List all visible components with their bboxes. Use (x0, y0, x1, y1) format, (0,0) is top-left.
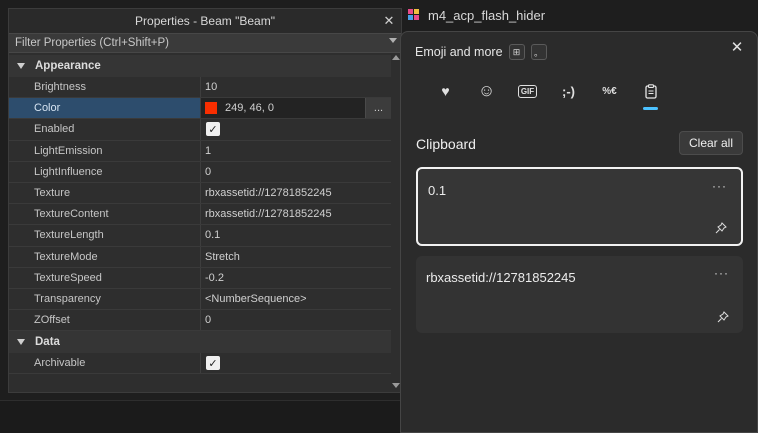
properties-window: Properties - Beam "Beam" ✕ Filter Proper… (8, 8, 402, 393)
property-name: Brightness (9, 77, 201, 98)
clipboard-item-text: rbxassetid://12781852245 (426, 270, 576, 285)
collapse-triangle-icon[interactable] (17, 63, 25, 69)
period-key-icon: 。 (530, 44, 547, 60)
property-name: LightInfluence (9, 161, 201, 182)
explorer-item[interactable]: m4_acp_flash_hider (408, 6, 545, 24)
filter-placeholder: Filter Properties (Ctrl+Shift+P) (15, 37, 170, 49)
property-value[interactable]: 10 (201, 77, 391, 97)
filter-input[interactable]: Filter Properties (Ctrl+Shift+P) (9, 33, 401, 53)
kaomoji-icon: ;-) (562, 83, 575, 99)
bottom-panel (0, 400, 400, 433)
clipboard-icon (644, 83, 657, 99)
property-name: LightEmission (9, 140, 201, 161)
property-name: Transparency (9, 288, 201, 310)
collapse-triangle-icon[interactable] (17, 339, 25, 346)
explorer-item-label: m4_acp_flash_hider (428, 7, 546, 23)
scroll-down-icon[interactable] (392, 383, 400, 388)
color-swatch[interactable] (205, 102, 217, 115)
property-name: TextureMode (9, 246, 201, 267)
model-icon (408, 9, 420, 21)
property-row-lightemission[interactable]: LightEmission 1 (9, 140, 391, 162)
tab-clipboard[interactable] (630, 80, 671, 110)
property-row-archivable[interactable]: Archivable ✓ (9, 353, 391, 375)
property-value[interactable]: Stretch (201, 247, 391, 267)
emoji-panel-header: Emoji and more ⊞ 。 (415, 44, 547, 60)
smiley-icon: ☺ (477, 81, 496, 100)
property-value[interactable]: 0 (201, 162, 391, 182)
property-row-texturecontent[interactable]: TextureContent rbxassetid://12781852245 (9, 204, 391, 226)
property-row-enabled[interactable]: Enabled ✓ (9, 119, 391, 141)
category-data[interactable]: Data (9, 331, 391, 354)
pin-icon[interactable] (717, 311, 729, 323)
property-row-color[interactable]: Color 249, 46, 0 ... (9, 98, 391, 120)
property-name: Archivable (9, 353, 201, 374)
clipboard-item[interactable]: 0.1 ··· (416, 167, 743, 246)
property-row-lightinfluence[interactable]: LightInfluence 0 (9, 161, 391, 183)
emoji-panel-title: Emoji and more (415, 45, 503, 59)
tab-emoji[interactable]: ☺ (466, 80, 507, 102)
checkbox-checked-icon[interactable]: ✓ (206, 122, 220, 137)
color-value-text[interactable]: 249, 46, 0 (225, 102, 274, 114)
chevron-down-icon[interactable] (389, 38, 397, 43)
tab-kaomoji[interactable]: ;-) (548, 80, 589, 102)
property-value[interactable]: -0.2 (201, 268, 391, 288)
emoji-panel: Emoji and more ⊞ 。 ✕ ♥ ☺ GIF ;-) %€ Clip… (400, 31, 758, 433)
properties-title-bar[interactable]: Properties - Beam "Beam" ✕ (9, 9, 401, 33)
property-name: TextureSpeed (9, 267, 201, 288)
property-value[interactable]: 0 (201, 310, 391, 330)
property-value[interactable]: rbxassetid://12781852245 (201, 183, 391, 203)
property-row-texturespeed[interactable]: TextureSpeed -0.2 (9, 267, 391, 289)
pin-icon[interactable] (715, 222, 727, 234)
tab-symbols[interactable]: %€ (589, 80, 630, 102)
checkbox-checked-icon[interactable]: ✓ (206, 356, 220, 371)
property-name: TextureLength (9, 225, 201, 246)
property-row-texture[interactable]: Texture rbxassetid://12781852245 (9, 182, 391, 205)
more-options-icon[interactable]: ··· (712, 179, 727, 193)
tab-favorites[interactable]: ♥ (425, 80, 466, 102)
more-options-button[interactable]: ... (365, 98, 391, 119)
clipboard-item-text: 0.1 (428, 183, 447, 198)
symbols-icon: %€ (602, 85, 617, 97)
emoji-tabs: ♥ ☺ GIF ;-) %€ (425, 80, 671, 110)
category-appearance[interactable]: Appearance (9, 55, 391, 77)
property-value[interactable]: 1 (201, 141, 391, 161)
clipboard-heading: Clipboard (416, 136, 476, 152)
property-row-texturemode[interactable]: TextureMode Stretch (9, 246, 391, 268)
favorites-heart-icon: ♥ (441, 83, 450, 99)
close-icon[interactable]: ✕ (381, 13, 397, 29)
property-name: Enabled (9, 119, 201, 140)
property-row-texturelength[interactable]: TextureLength 0.1 (9, 225, 391, 247)
category-label: Appearance (35, 60, 101, 72)
more-options-icon[interactable]: ··· (714, 266, 729, 280)
close-icon[interactable]: ✕ (729, 40, 745, 56)
property-grid: Appearance Brightness 10 Color 249, 46, … (9, 55, 391, 392)
properties-title: Properties - Beam "Beam" (135, 14, 275, 28)
clipboard-item[interactable]: rbxassetid://12781852245 ··· (416, 256, 743, 333)
property-row-transparency[interactable]: Transparency <NumberSequence> (9, 288, 391, 311)
property-row-brightness[interactable]: Brightness 10 (9, 77, 391, 99)
gif-icon: GIF (517, 84, 538, 98)
property-value[interactable]: 0.1 (201, 225, 391, 245)
scroll-up-icon[interactable] (392, 55, 400, 60)
category-label: Data (35, 336, 60, 349)
windows-key-icon: ⊞ (508, 44, 525, 60)
property-name: Texture (9, 182, 201, 204)
property-name: Color (9, 98, 201, 119)
property-name: ZOffset (9, 310, 201, 331)
property-value[interactable]: <NumberSequence> (201, 289, 391, 309)
property-value[interactable]: 249, 46, 0 ... (201, 98, 391, 119)
clear-all-button[interactable]: Clear all (679, 131, 743, 155)
property-row-zoffset[interactable]: ZOffset 0 (9, 310, 391, 332)
tab-gif[interactable]: GIF (507, 80, 548, 102)
property-value[interactable]: rbxassetid://12781852245 (201, 204, 391, 224)
property-name: TextureContent (9, 204, 201, 225)
